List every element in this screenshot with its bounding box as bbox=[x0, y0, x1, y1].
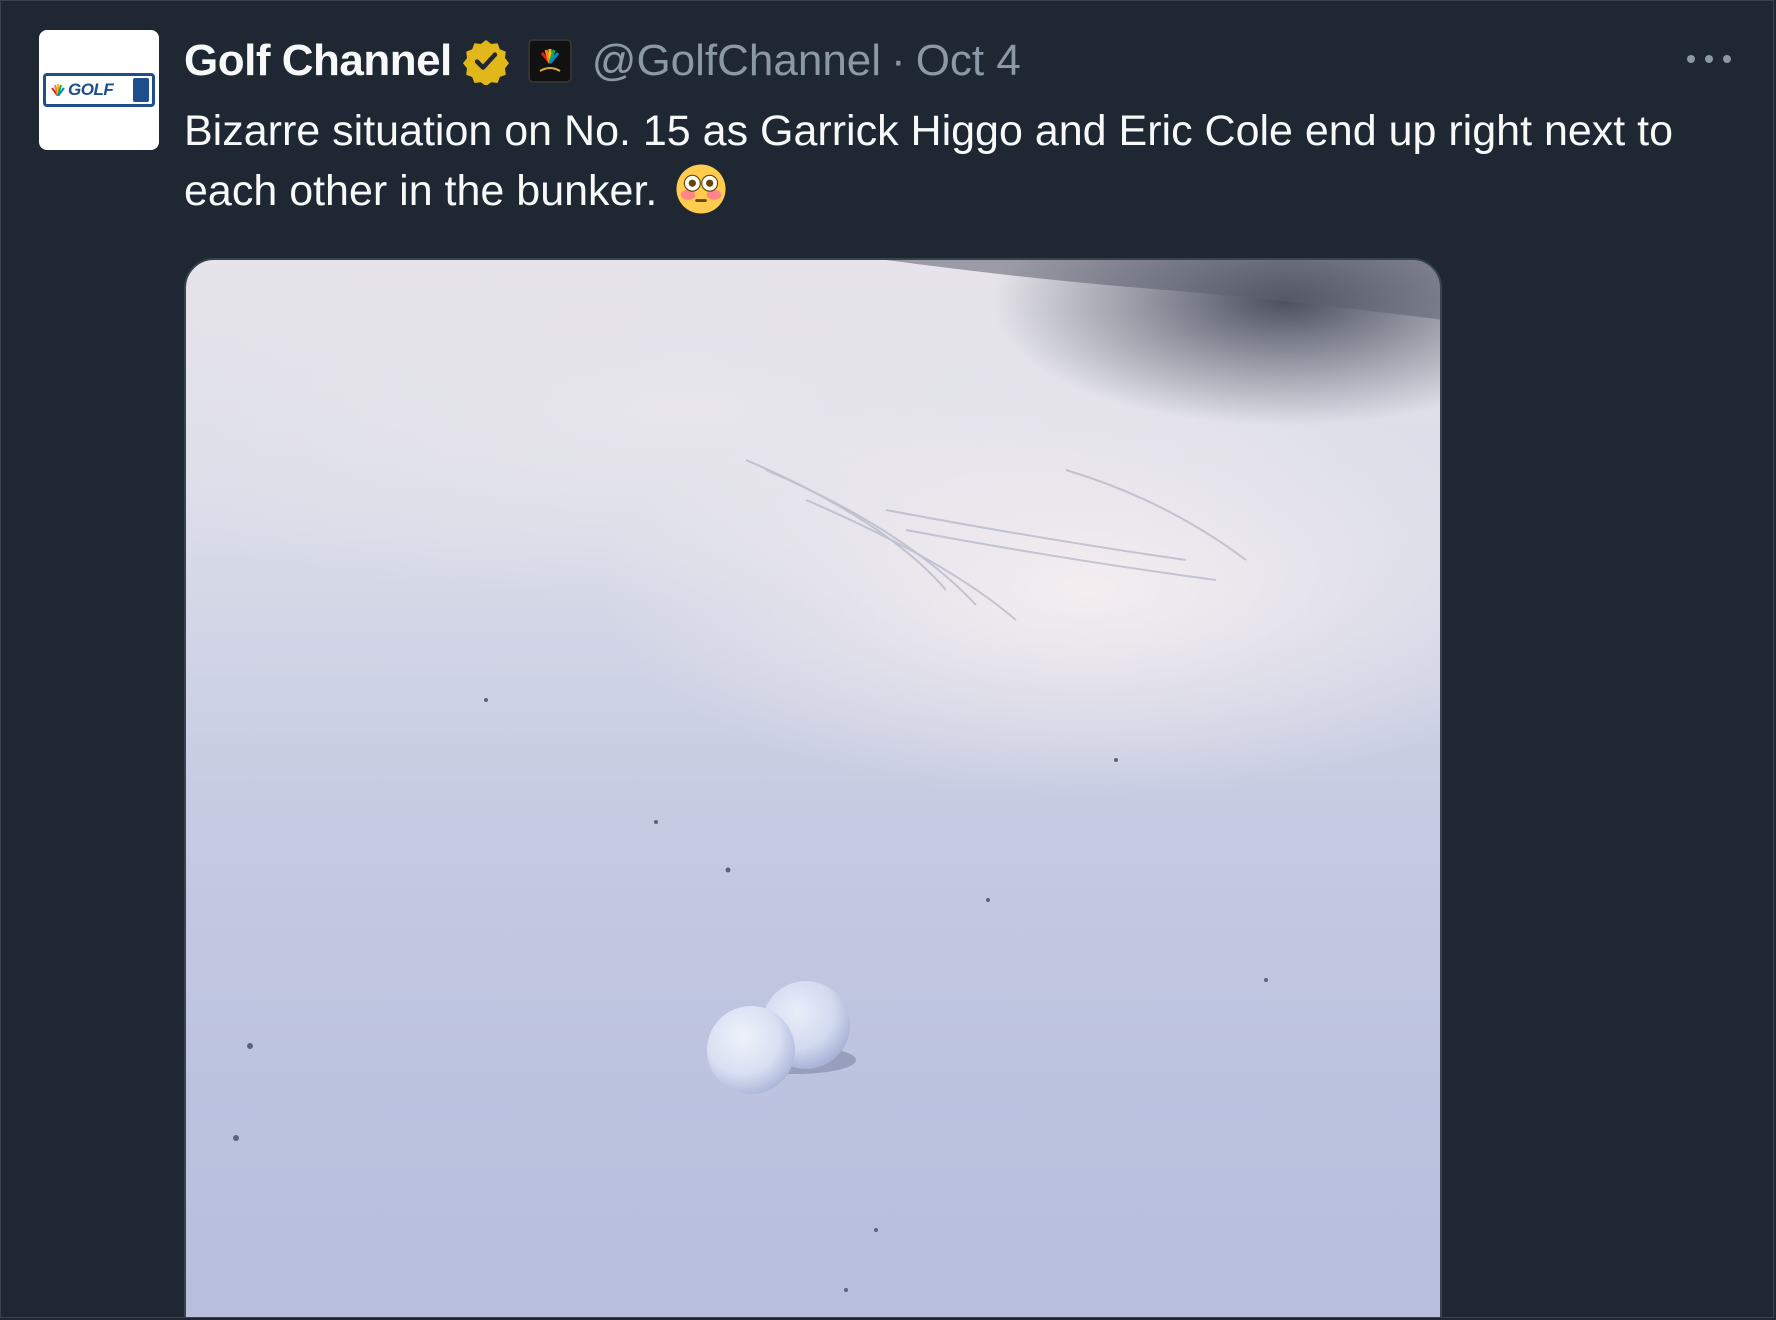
more-dot bbox=[1705, 55, 1713, 63]
author-handle[interactable]: @GolfChannel bbox=[592, 36, 881, 86]
peacock-icon bbox=[539, 49, 561, 72]
flushed-face-emoji-icon bbox=[676, 164, 726, 214]
author-name[interactable]: Golf Channel bbox=[184, 36, 452, 86]
more-dot bbox=[1723, 55, 1731, 63]
nbc-sports-affiliate-icon[interactable] bbox=[527, 39, 572, 83]
more-options-icon[interactable] bbox=[1687, 45, 1731, 73]
tweet-date[interactable]: Oct 4 bbox=[916, 36, 1021, 86]
pga-tour-mark bbox=[133, 78, 149, 102]
peacock-icon bbox=[51, 84, 65, 96]
more-dot bbox=[1687, 55, 1695, 63]
avatar[interactable]: GOLF bbox=[39, 30, 159, 150]
golf-ball-front bbox=[707, 1006, 795, 1094]
avatar-logo-text: GOLF bbox=[68, 80, 114, 99]
bunker-photo bbox=[233, 260, 1440, 1292]
golf-channel-logo: GOLF bbox=[43, 73, 155, 107]
tweet-header: Golf Channel @GolfChannel · Oct 4 bbox=[184, 31, 1021, 91]
tweet-card[interactable]: GOLF Golf Channel @GolfChannel · Oct 4 B… bbox=[0, 0, 1774, 1318]
rake-marks bbox=[745, 459, 1247, 621]
sand-pebbles bbox=[233, 698, 1268, 1292]
tweet-media[interactable] bbox=[184, 258, 1442, 1317]
tweet-text: Bizarre situation on No. 15 as Garrick H… bbox=[184, 101, 1724, 221]
verified-badge-icon[interactable] bbox=[462, 37, 510, 85]
tweet-body: Bizarre situation on No. 15 as Garrick H… bbox=[184, 107, 1674, 215]
separator-dot: · bbox=[891, 36, 906, 85]
